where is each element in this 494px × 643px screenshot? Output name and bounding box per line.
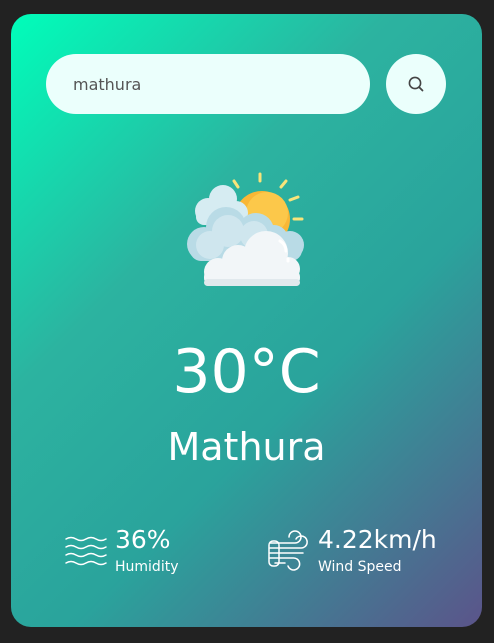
wind-detail: 4.22km/h Wind Speed: [267, 524, 437, 578]
wind-icon: [268, 530, 308, 571]
wind-label: Wind Speed: [318, 559, 402, 575]
partly-cloudy-sun-icon: [187, 172, 304, 286]
humidity-label: Humidity: [115, 559, 179, 575]
temperature: 30°C: [172, 337, 321, 407]
search-button[interactable]: [386, 54, 446, 114]
search-bar: [46, 54, 370, 114]
city-name: Mathura: [167, 425, 326, 469]
humidity-detail: 36% Humidity: [64, 524, 178, 578]
wind-value: 4.22km/h: [318, 525, 437, 554]
humidity-waves-icon: [65, 536, 107, 566]
humidity-value: 36%: [115, 525, 171, 554]
search-icon: [408, 76, 424, 92]
search-input[interactable]: [71, 73, 345, 95]
weather-card: 30°C Mathura 36% Humidity: [11, 14, 482, 627]
